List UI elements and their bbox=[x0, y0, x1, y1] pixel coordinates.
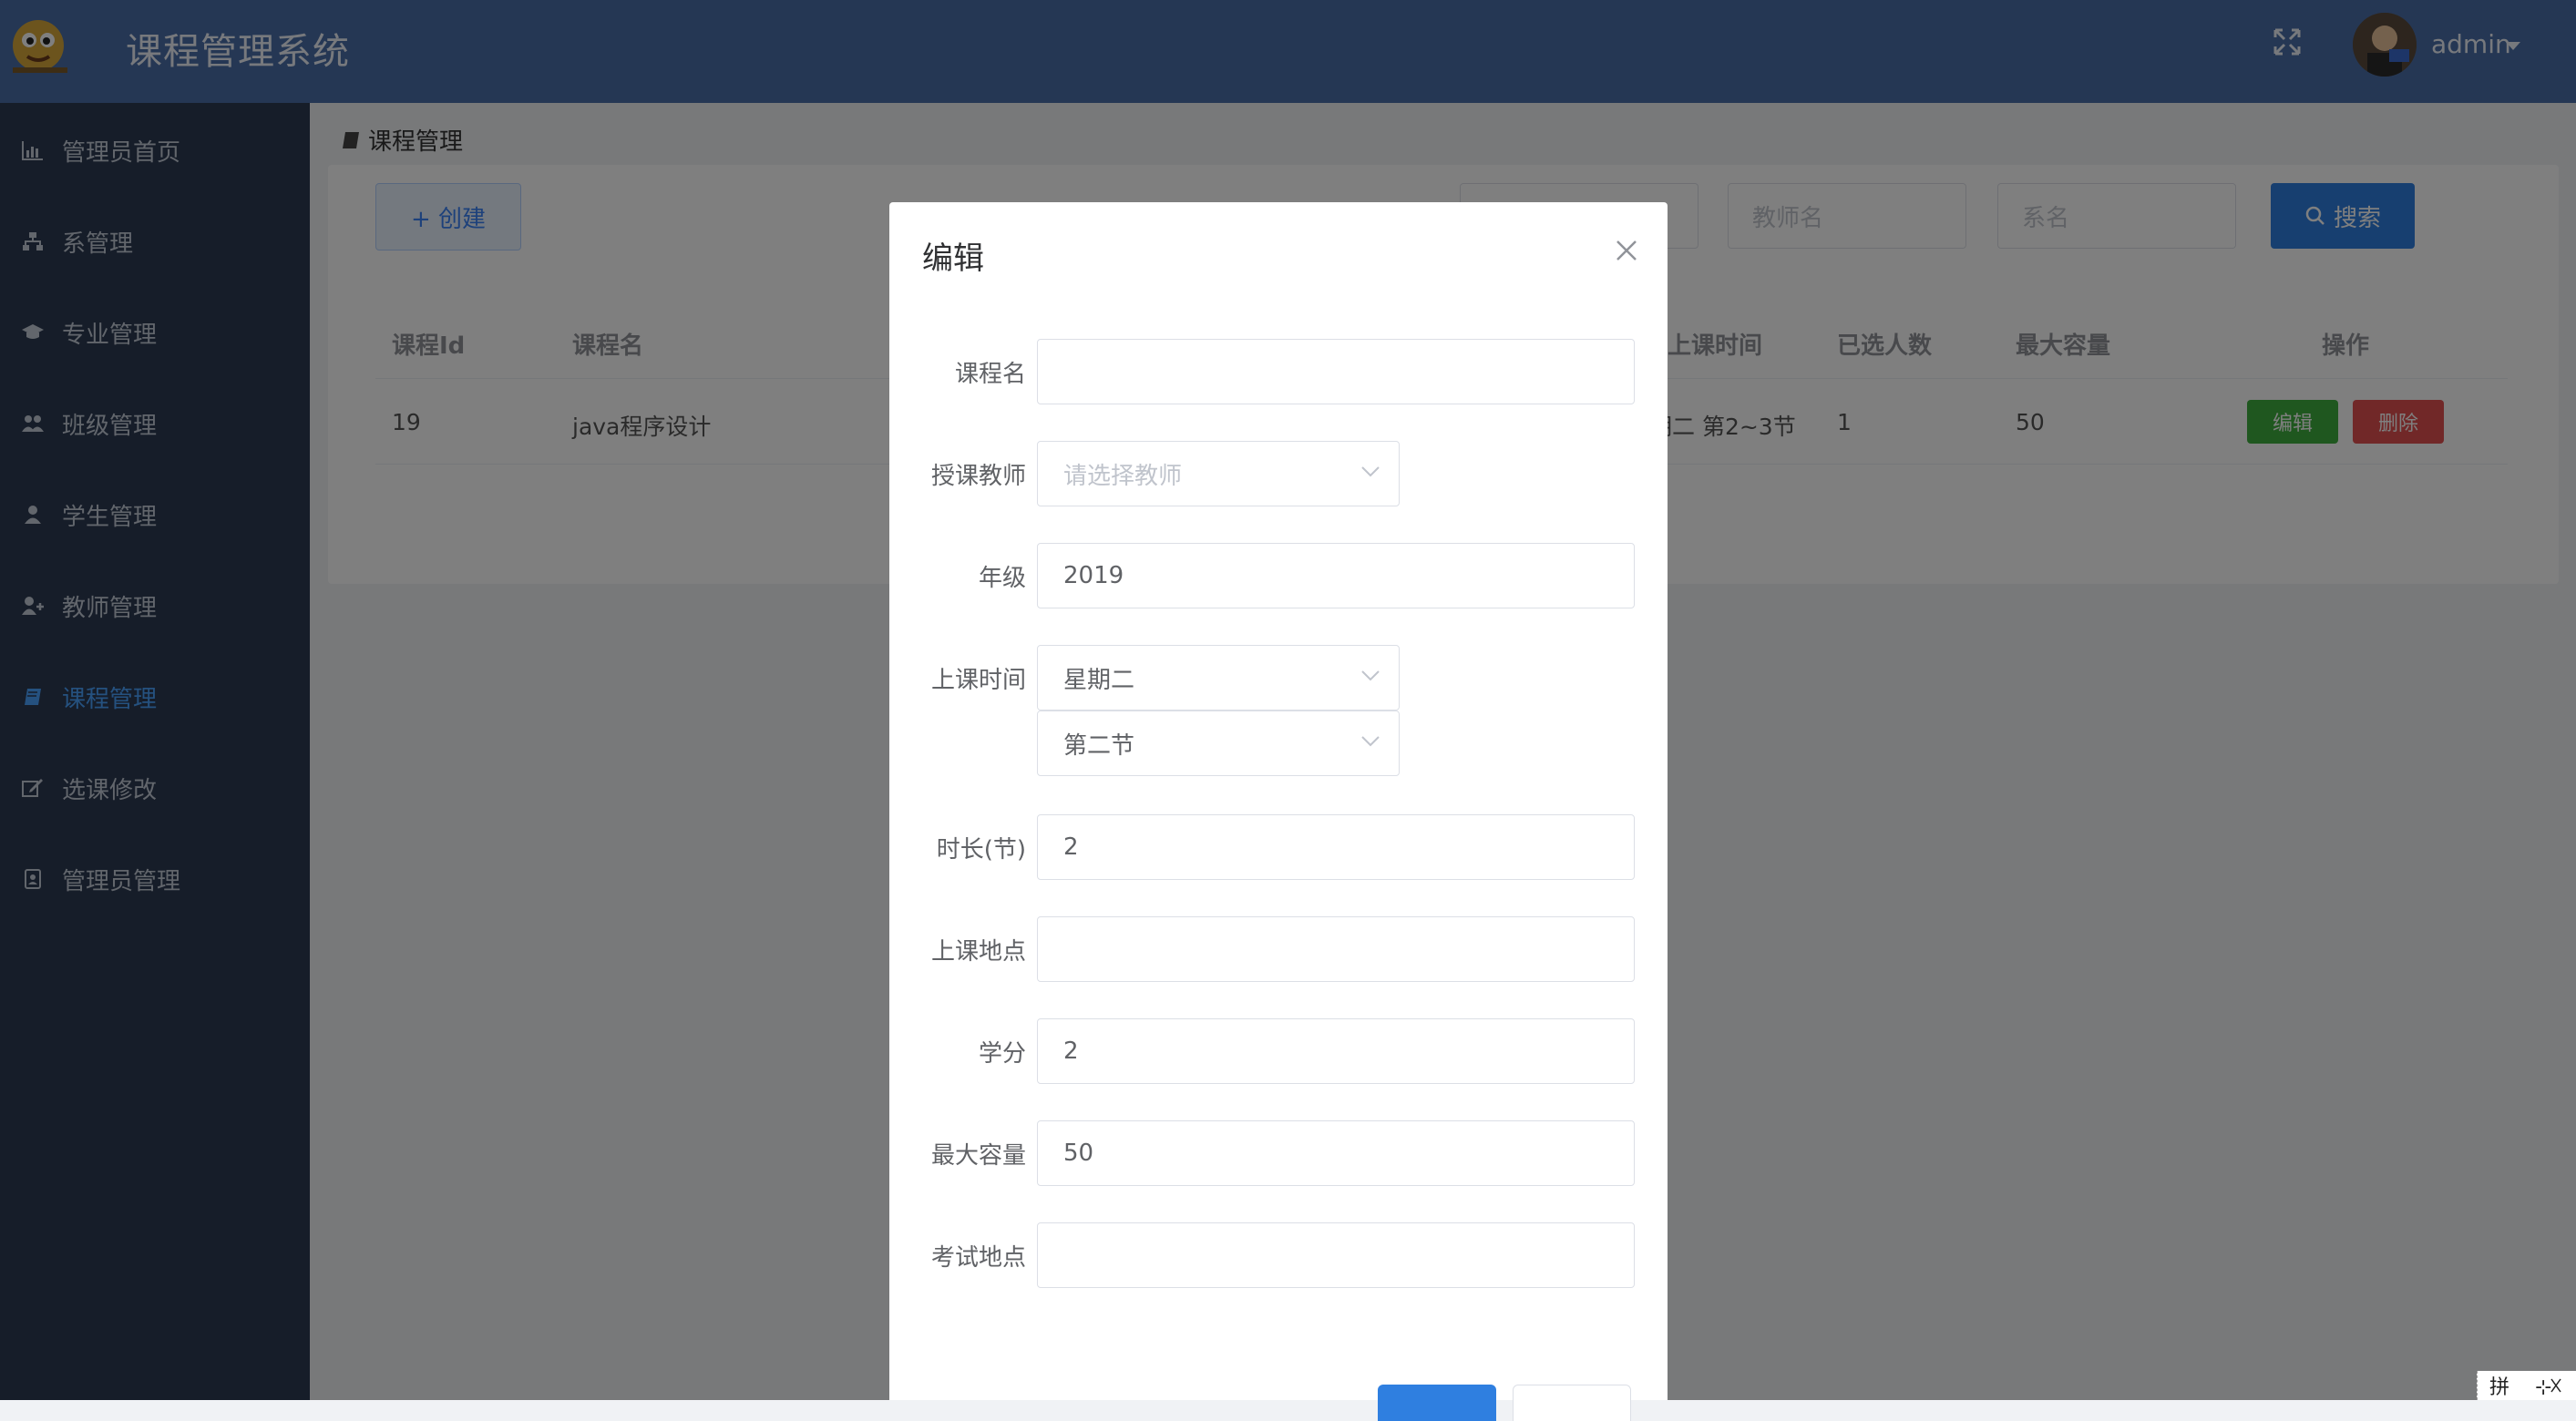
close-icon[interactable] bbox=[1615, 239, 1638, 262]
capacity-input[interactable]: 50 bbox=[1037, 1120, 1635, 1186]
section-select-value: 第二节 bbox=[1063, 731, 1135, 760]
chevron-down-icon bbox=[1361, 670, 1380, 681]
location-label: 上课地点 bbox=[930, 938, 1026, 966]
dialog-title: 编辑 bbox=[922, 240, 984, 277]
chevron-down-icon bbox=[1361, 466, 1380, 477]
capacity-label: 最大容量 bbox=[930, 1142, 1026, 1170]
teacher-select-placeholder: 请选择教师 bbox=[1063, 462, 1183, 490]
duration-input[interactable]: 2 bbox=[1037, 814, 1635, 880]
course-name-input[interactable] bbox=[1037, 339, 1635, 404]
credit-label: 学分 bbox=[978, 1040, 1026, 1068]
ime-mode: 拼 bbox=[2489, 1376, 2509, 1399]
section-select[interactable]: 第二节 bbox=[1037, 710, 1400, 776]
ime-indicator[interactable]: 拼 ⊹ bbox=[2477, 1371, 2576, 1400]
location-input[interactable] bbox=[1037, 916, 1635, 982]
weekday-select[interactable]: 星期二 bbox=[1037, 645, 1400, 710]
duration-label: 时长(节) bbox=[936, 836, 1026, 864]
exam-location-label: 考试地点 bbox=[930, 1244, 1026, 1272]
cancel-button[interactable] bbox=[1513, 1385, 1631, 1421]
weekday-select-value: 星期二 bbox=[1063, 666, 1135, 694]
exam-location-input[interactable] bbox=[1037, 1222, 1635, 1288]
confirm-button[interactable] bbox=[1378, 1385, 1496, 1421]
svg-text:⊹: ⊹ bbox=[2535, 1376, 2551, 1397]
course-name-label: 课程名 bbox=[954, 361, 1026, 388]
edit-dialog: 编辑 课程名 授课教师 请选择教师 年级 2019 上课时间 星期二 第二节 时… bbox=[889, 202, 1668, 1421]
credit-input[interactable]: 2 bbox=[1037, 1018, 1635, 1084]
teacher-select[interactable]: 请选择教师 bbox=[1037, 441, 1400, 506]
time-label: 上课时间 bbox=[930, 667, 1026, 694]
grade-label: 年级 bbox=[978, 565, 1026, 592]
chinese-input-icon: ⊹ bbox=[2535, 1376, 2561, 1397]
chevron-down-icon bbox=[1361, 736, 1380, 747]
grade-input[interactable]: 2019 bbox=[1037, 543, 1635, 608]
teacher-label: 授课教师 bbox=[930, 463, 1026, 490]
